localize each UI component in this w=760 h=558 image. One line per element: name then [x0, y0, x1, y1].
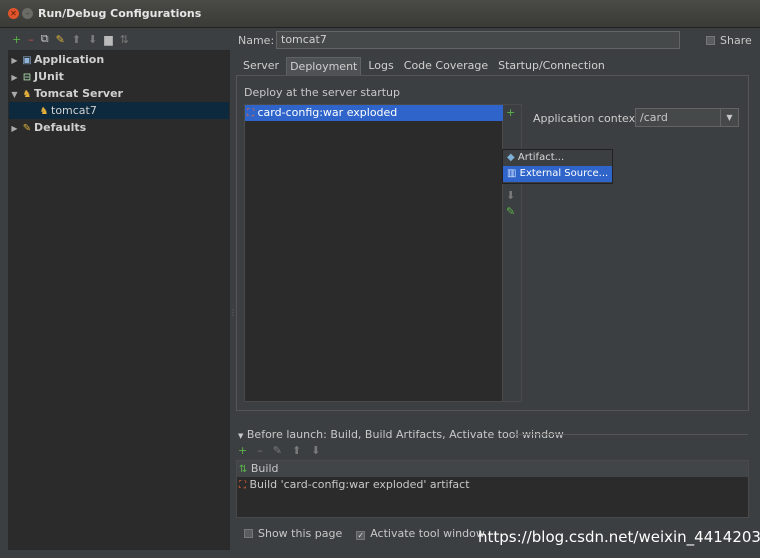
- title-bar: ✕ – Run/Debug Configurations: [0, 0, 760, 28]
- deployment-panel: Deploy at the server startup ⛶ card-conf…: [236, 75, 749, 411]
- name-input[interactable]: tomcat7: [276, 31, 680, 49]
- watermark: https://blog.csdn.net/weixin_44142032: [478, 528, 760, 546]
- checkbox-box[interactable]: [244, 529, 253, 538]
- before-launch-item-label: Build: [250, 462, 279, 475]
- arrow-down-icon[interactable]: ⬇: [311, 444, 320, 457]
- add-icon[interactable]: +: [506, 106, 515, 119]
- close-icon: ✕: [10, 9, 17, 18]
- show-page-label: Show this page: [258, 527, 343, 540]
- app-context-value: /card: [640, 111, 668, 124]
- menu-item-external-source[interactable]: ▥ External Source...: [503, 166, 612, 182]
- deploy-list[interactable]: ⛶ card-config:war exploded: [244, 104, 503, 402]
- menu-item-artifact[interactable]: ◆ Artifact...: [503, 150, 612, 166]
- remove-icon[interactable]: –: [28, 33, 34, 46]
- application-icon: ▣: [22, 55, 32, 66]
- edit-icon[interactable]: ✎: [506, 205, 515, 218]
- tab-startup-connection[interactable]: Startup/Connection: [495, 57, 608, 75]
- name-label: Name:: [238, 34, 275, 47]
- window-title: Run/Debug Configurations: [38, 7, 202, 20]
- expand-arrow-icon[interactable]: ▶: [9, 69, 20, 86]
- arrow-down-icon[interactable]: ⬇: [506, 189, 515, 202]
- chevron-down-icon[interactable]: ▼: [720, 109, 738, 126]
- wrench-icon: ✎: [22, 123, 32, 134]
- tree-item-tomcat7[interactable]: ♞ tomcat7: [9, 102, 229, 119]
- tree-item-tomcat-server[interactable]: ▼ ♞ Tomcat Server: [9, 85, 229, 102]
- tab-server[interactable]: Server: [240, 57, 282, 75]
- config-tree[interactable]: ▶ ▣ Application ▶ ⊟ JUnit ▼ ♞ Tomcat Server ♞ t…: [8, 50, 230, 550]
- deploy-item[interactable]: ⛶ card-config:war exploded: [245, 105, 503, 121]
- app-context-select[interactable]: /card ▼: [635, 108, 739, 127]
- expand-arrow-icon[interactable]: ▶: [9, 120, 20, 137]
- wrench-icon[interactable]: ✎: [56, 33, 65, 46]
- collapse-arrow-icon[interactable]: ▼: [9, 86, 20, 103]
- tomcat-icon: ♞: [39, 106, 49, 117]
- tree-item-defaults[interactable]: ▶ ✎ Defaults: [9, 119, 229, 136]
- copy-icon[interactable]: ⧉: [41, 32, 49, 46]
- minimize-icon: –: [25, 9, 30, 18]
- artifact-icon: ⛶: [239, 480, 246, 491]
- checkmark-icon[interactable]: ✓: [356, 531, 366, 540]
- expand-arrow-icon[interactable]: ▶: [9, 52, 20, 69]
- remove-icon[interactable]: –: [257, 444, 263, 457]
- add-icon[interactable]: +: [238, 444, 247, 457]
- share-label: Share: [720, 34, 752, 47]
- window-minimize-button[interactable]: –: [22, 8, 33, 19]
- tree-item-label: Defaults: [34, 121, 87, 134]
- menu-item-label: Artifact...: [517, 152, 565, 163]
- junit-icon: ⊟: [22, 72, 32, 83]
- before-launch-toolbar: + – ✎ ⬆ ⬇: [238, 444, 320, 457]
- artifact-icon: ⛶: [247, 108, 254, 119]
- checkbox-box[interactable]: [706, 36, 715, 45]
- tree-item-junit[interactable]: ▶ ⊟ JUnit: [9, 68, 229, 85]
- add-icon[interactable]: +: [12, 33, 21, 46]
- tree-item-label: JUnit: [34, 70, 64, 83]
- tab-deployment[interactable]: Deployment: [286, 57, 362, 75]
- left-toolbar: + – ⧉ ✎ ⬆ ⬇ ▆ ⇅: [8, 30, 230, 48]
- edit-icon[interactable]: ✎: [273, 444, 282, 457]
- footer-options: Show this page ✓ Activate tool window: [244, 527, 485, 540]
- before-launch-item-label: Build 'card-config:war exploded' artifac…: [249, 478, 470, 491]
- tab-logs[interactable]: Logs: [365, 57, 396, 75]
- tab-code-coverage[interactable]: Code Coverage: [401, 57, 491, 75]
- before-launch-item[interactable]: ⛶ Build 'card-config:war exploded' artif…: [237, 477, 748, 493]
- app-context-label: Application context:: [533, 112, 644, 125]
- add-popup-menu: ◆ Artifact... ▥ External Source...: [502, 149, 613, 184]
- left-pane: + – ⧉ ✎ ⬆ ⬇ ▆ ⇅ ▶ ▣ Application ▶ ⊟ JUnit ▼ ♞…: [8, 30, 230, 550]
- arrow-up-icon[interactable]: ⬆: [72, 33, 81, 46]
- tree-item-label: Application: [34, 53, 105, 66]
- tab-bar: Server Deployment Logs Code Coverage Sta…: [240, 57, 612, 75]
- tomcat-icon: ♞: [22, 89, 32, 100]
- folder-icon[interactable]: ▆: [104, 33, 112, 46]
- external-source-icon: ▥: [507, 168, 517, 179]
- tree-item-label: tomcat7: [51, 104, 97, 117]
- before-launch-list[interactable]: ⇅ Build ⛶ Build 'card-config:war explode…: [236, 460, 749, 518]
- menu-item-label: External Source...: [519, 168, 609, 179]
- dialog-body: + – ⧉ ✎ ⬆ ⬇ ▆ ⇅ ▶ ▣ Application ▶ ⊟ JUnit ▼ ♞…: [0, 28, 760, 558]
- arrow-up-icon[interactable]: ⬆: [292, 444, 301, 457]
- deploy-item-label: card-config:war exploded: [257, 106, 398, 119]
- window-close-button[interactable]: ✕: [8, 8, 19, 19]
- tree-item-label: Tomcat Server: [34, 87, 123, 100]
- artifact-icon: ◆: [507, 152, 515, 163]
- show-page-checkbox[interactable]: Show this page: [244, 527, 342, 540]
- activate-tool-checkbox[interactable]: ✓ Activate tool window: [356, 527, 485, 540]
- before-launch-item[interactable]: ⇅ Build: [237, 461, 748, 477]
- tree-item-application[interactable]: ▶ ▣ Application: [9, 51, 229, 68]
- arrow-down-icon[interactable]: ⬇: [88, 33, 97, 46]
- collapse-arrow-icon[interactable]: ▼: [238, 432, 243, 440]
- deploy-header: Deploy at the server startup: [244, 86, 401, 99]
- divider: [512, 434, 748, 435]
- share-checkbox[interactable]: Share: [706, 34, 752, 47]
- activate-tool-label: Activate tool window: [370, 527, 485, 540]
- sort-icon[interactable]: ⇅: [120, 33, 129, 46]
- build-icon: ⇅: [239, 464, 248, 475]
